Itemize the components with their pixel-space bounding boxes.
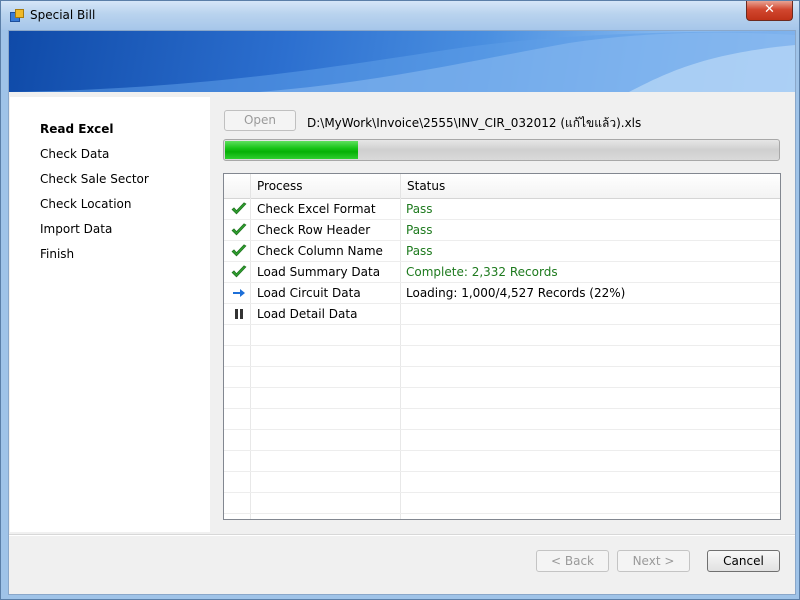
grid-header: Process Status [224, 174, 780, 199]
step-check-location: Check Location [40, 197, 132, 211]
cancel-button[interactable]: Cancel [707, 550, 780, 572]
progress-bar-fill [225, 141, 358, 159]
progress-bar [223, 139, 780, 161]
process-grid[interactable]: Process Status Check Excel Format Pass Che… [223, 173, 781, 520]
process-cell: Load Summary Data [257, 265, 381, 279]
table-row[interactable] [224, 451, 780, 472]
process-cell: Load Detail Data [257, 307, 358, 321]
table-row[interactable]: Load Summary Data Complete: 2,332 Records [224, 262, 780, 283]
table-row[interactable] [224, 325, 780, 346]
table-row[interactable] [224, 493, 780, 514]
close-button[interactable]: ✕ [746, 1, 793, 21]
status-cell: Loading: 1,000/4,527 Records (22%) [406, 286, 626, 300]
table-row[interactable] [224, 430, 780, 451]
process-cell: Check Excel Format [257, 202, 376, 216]
check-icon [231, 265, 247, 279]
next-button[interactable]: Next > [617, 550, 690, 572]
steps-panel: Read Excel Check Data Check Sale Sector … [10, 97, 210, 532]
arrow-right-icon [231, 286, 247, 300]
open-button[interactable]: Open [224, 110, 296, 131]
back-button[interactable]: < Back [536, 550, 609, 572]
process-cell: Check Row Header [257, 223, 371, 237]
step-check-data: Check Data [40, 147, 110, 161]
footer-separator [9, 534, 795, 536]
status-cell: Pass [406, 223, 433, 237]
process-cell: Load Circuit Data [257, 286, 361, 300]
special-bill-window: Special Bill ✕ Read Excel Check Data Che… [0, 0, 800, 600]
app-icon [10, 9, 24, 22]
table-row[interactable] [224, 388, 780, 409]
table-row[interactable] [224, 409, 780, 430]
step-finish: Finish [40, 247, 75, 261]
table-row[interactable]: Load Detail Data [224, 304, 780, 325]
step-check-sale-sector: Check Sale Sector [40, 172, 149, 186]
step-import-data: Import Data [40, 222, 113, 236]
client-area: Read Excel Check Data Check Sale Sector … [8, 30, 796, 595]
step-read-excel: Read Excel [40, 122, 114, 136]
table-row[interactable] [224, 472, 780, 493]
table-row[interactable] [224, 367, 780, 388]
table-row[interactable]: Load Circuit Data Loading: 1,000/4,527 Re… [224, 283, 780, 304]
icon-column-header [224, 174, 251, 198]
process-cell: Check Column Name [257, 244, 383, 258]
pause-icon [231, 307, 247, 321]
status-cell: Complete: 2,332 Records [406, 265, 558, 279]
table-row[interactable]: Check Row Header Pass [224, 220, 780, 241]
check-icon [231, 244, 247, 258]
file-path: D:\MyWork\Invoice\2555\INV_CIR_032012 (แ… [307, 116, 642, 130]
window-title: Special Bill [30, 8, 96, 22]
column-header-status[interactable]: Status [401, 174, 780, 198]
table-row[interactable]: Check Column Name Pass [224, 241, 780, 262]
header-banner [9, 31, 795, 92]
check-icon [231, 223, 247, 237]
title-bar[interactable]: Special Bill ✕ [1, 1, 799, 30]
table-row[interactable]: Check Excel Format Pass [224, 199, 780, 220]
status-cell: Pass [406, 202, 433, 216]
column-header-process[interactable]: Process [251, 174, 401, 198]
status-cell: Pass [406, 244, 433, 258]
table-row[interactable] [224, 346, 780, 367]
check-icon [231, 202, 247, 216]
